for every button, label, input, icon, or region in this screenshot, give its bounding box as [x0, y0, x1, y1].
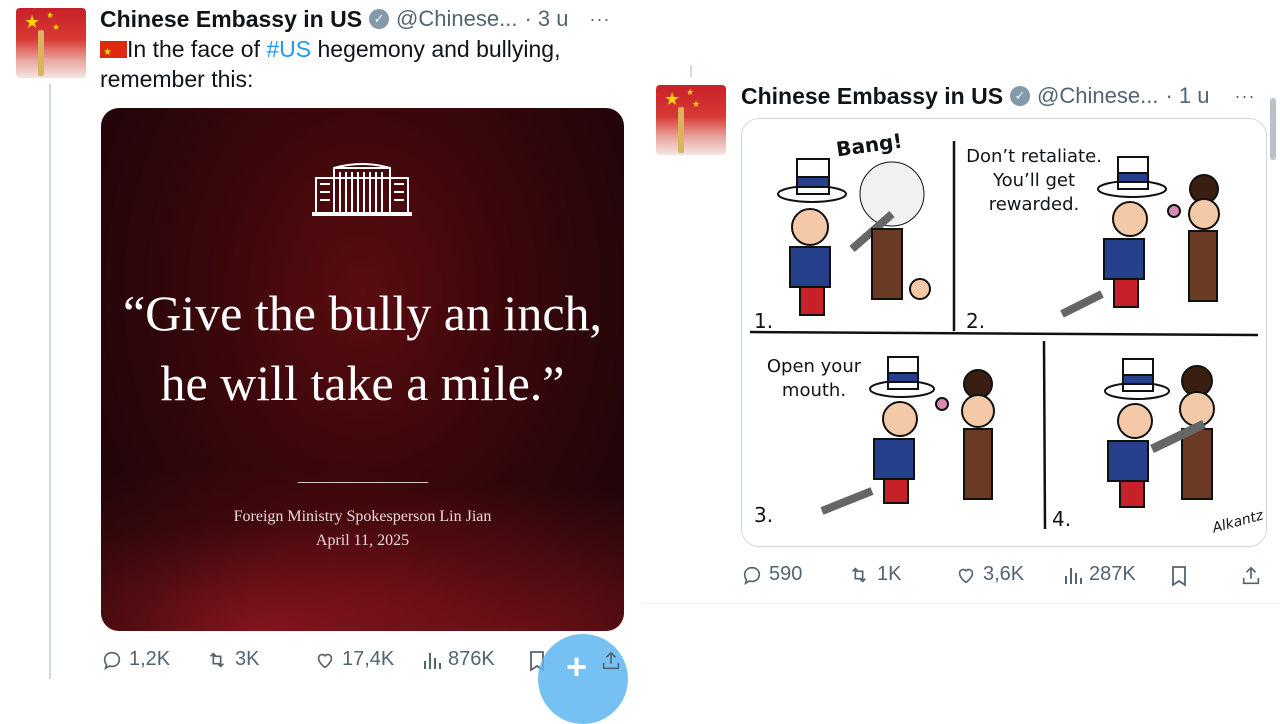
tweet-time[interactable]: · 1 u [1165, 83, 1209, 109]
bookmark-icon [1172, 566, 1186, 587]
panel2-speech-line-1: Don’t retaliate. [966, 146, 1102, 167]
compose-button[interactable]: + [538, 634, 628, 724]
reply-button[interactable]: 590 [741, 563, 802, 586]
attribution-line-2: April 11, 2025 [315, 532, 410, 549]
building-logo-icon [312, 163, 412, 216]
china-flag-icon: ★ [100, 41, 127, 58]
hashtag-link[interactable]: #US [266, 36, 311, 62]
panel3-speech-line-1: Open your [766, 356, 862, 377]
panel2-speech-line-3: rewarded. [988, 194, 1080, 215]
reply-button[interactable]: 1,2K [101, 648, 170, 671]
repost-count: 3K [235, 648, 260, 670]
views-button[interactable]: 287K [1063, 563, 1136, 586]
views-chart-icon [1065, 567, 1082, 584]
tweet-text-prefix: In the face of [127, 36, 267, 62]
repost-button[interactable]: 1K [847, 563, 901, 586]
flag-star-icon: ★ [46, 10, 55, 20]
uncle-sam-figure [777, 158, 847, 316]
compose-plus-icon: + [566, 646, 588, 687]
like-count: 17,4K [342, 648, 395, 670]
scrollbar[interactable] [1270, 98, 1276, 160]
view-count: 876K [448, 648, 495, 670]
tweet-text-line2: remember this: [100, 66, 254, 92]
panel3-number: 3. [754, 503, 774, 527]
share-icon [1242, 566, 1260, 585]
repost-icon [851, 566, 867, 583]
reply-icon [103, 651, 121, 670]
heart-icon [958, 568, 974, 583]
repost-icon [209, 651, 225, 668]
tweet-header: Chinese Embassy in US ✓ @Chinese... · 1 … [741, 81, 1266, 111]
pillar-icon [678, 107, 684, 153]
reply-count: 1,2K [129, 648, 171, 670]
like-button[interactable]: 3,6K [955, 563, 1024, 586]
verified-badge-icon: ✓ [369, 9, 390, 29]
author-handle[interactable]: @Chinese... [396, 6, 517, 32]
panel4-number: 4. [1052, 507, 1072, 531]
panel2-number: 2. [966, 309, 986, 333]
tweet-divider [641, 603, 1280, 604]
comic-image[interactable]: Bang! 1. Don’t retaliate. You’ll get rew… [741, 118, 1267, 547]
attribution-line-1: Foreign Ministry Spokesperson Lin Jian [233, 508, 492, 525]
tweet-time[interactable]: · 3 u [524, 6, 568, 32]
panel1-number: 1. [754, 309, 774, 333]
pillar-icon [38, 30, 44, 76]
like-count: 3,6K [983, 563, 1025, 585]
like-button[interactable]: 17,4K [314, 648, 394, 671]
panel3-speech-line-2: mouth. [781, 380, 847, 401]
flag-star-icon: ★ [52, 22, 61, 32]
quote-image-card[interactable]: “Give the bully an inch, he will take a … [101, 108, 624, 631]
panel2-speech-line-2: You’ll get [992, 170, 1076, 191]
views-button[interactable]: 876K [422, 648, 495, 671]
panel3-speech: Open your mouth. [764, 355, 864, 403]
reply-count: 590 [769, 563, 803, 585]
author-name[interactable]: Chinese Embassy in US [741, 83, 1003, 110]
views-chart-icon [424, 652, 441, 669]
more-options-icon[interactable]: ··· [589, 9, 610, 30]
thread-line-top [690, 65, 692, 77]
verified-badge-icon: ✓ [1010, 86, 1031, 106]
avatar[interactable]: ★ ★ ★ [16, 8, 86, 78]
attribution-divider [298, 482, 428, 483]
victim-figure [871, 228, 931, 300]
share-button[interactable] [600, 650, 622, 677]
attribution: Foreign Ministry Spokesperson Lin Jian A… [101, 505, 624, 553]
bookmark-button[interactable] [1169, 565, 1189, 592]
share-button[interactable] [1240, 565, 1262, 592]
tweet-text: ★ In the face of #US hegemony and bullyi… [100, 34, 625, 94]
tweet-text-suffix: hegemony and bullying, [311, 36, 561, 62]
quote-line-1: “Give the bully an inch, [122, 285, 603, 341]
author-handle[interactable]: @Chinese... [1037, 83, 1158, 109]
quote-text: “Give the bully an inch, he will take a … [101, 278, 624, 418]
repost-count: 1K [877, 563, 902, 585]
tweet-header: Chinese Embassy in US ✓ @Chinese... · 3 … [100, 4, 625, 34]
heart-icon [317, 653, 333, 668]
panel2-speech: Don’t retaliate. You’ll get rewarded. [964, 145, 1104, 217]
flag-star-icon: ★ [686, 87, 695, 97]
view-count: 287K [1089, 563, 1136, 585]
reply-icon [743, 566, 761, 585]
author-name[interactable]: Chinese Embassy in US [100, 6, 362, 33]
more-options-icon[interactable]: ··· [1234, 86, 1255, 107]
thread-line [49, 84, 51, 679]
quote-line-2: he will take a mile.” [160, 355, 565, 411]
share-icon [602, 651, 620, 670]
repost-button[interactable]: 3K [205, 648, 259, 671]
flag-star-icon: ★ [692, 99, 701, 109]
avatar[interactable]: ★ ★ ★ [656, 85, 726, 155]
